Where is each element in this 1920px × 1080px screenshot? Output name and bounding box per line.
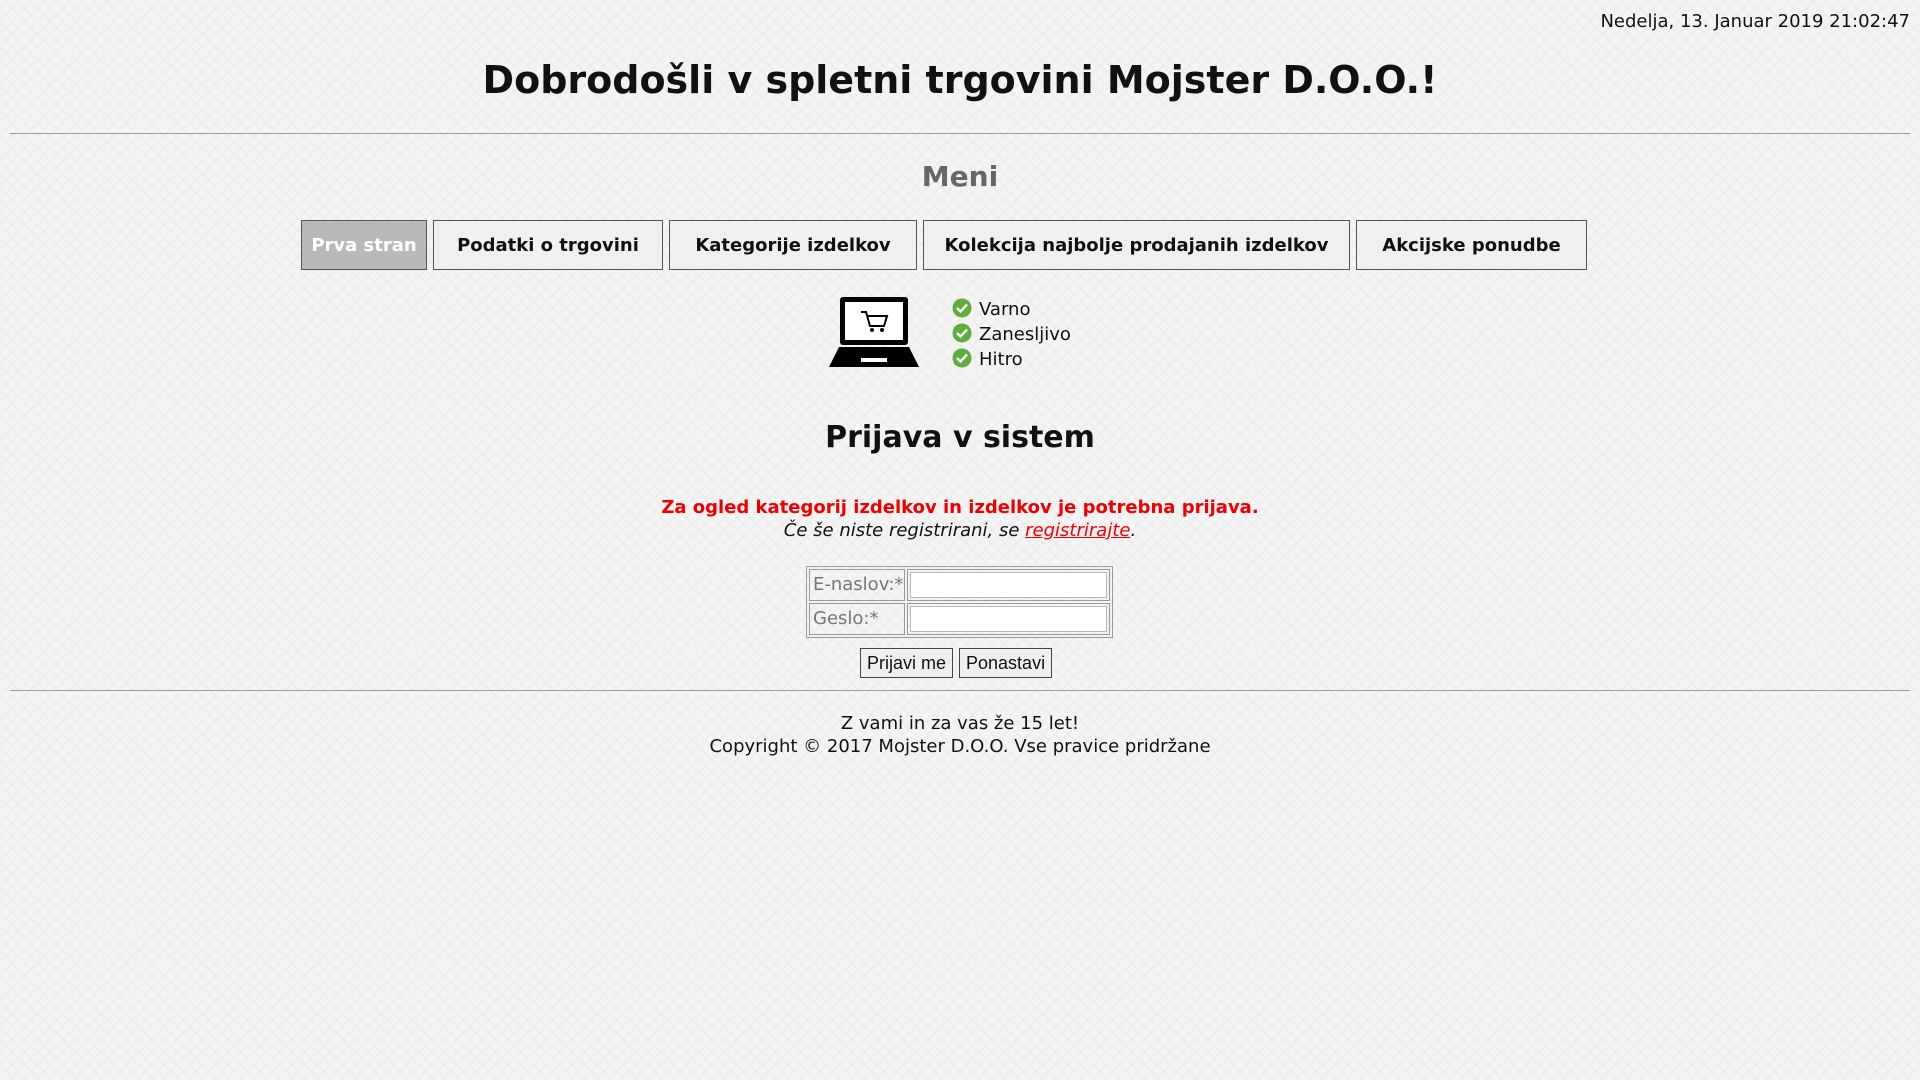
reset-button[interactable]: Ponastavi [959, 648, 1053, 678]
password-row: Geslo:* [809, 603, 1110, 635]
register-suffix: . [1130, 520, 1137, 541]
footer-tagline: Z vami in za vas že 15 let! [840, 713, 1080, 734]
menu-item-prva-stran[interactable]: Prva stran [301, 220, 427, 270]
menu-item-podatki-o-trgovini[interactable]: Podatki o trgovini [433, 220, 663, 270]
login-notice: Za ogled kategorij izdelkov in izdelkov … [661, 497, 1259, 518]
main-menu: Prva stran Podatki o trgovini Kategorije… [301, 220, 1587, 270]
email-field[interactable] [910, 572, 1107, 598]
menu-item-akcijske-ponudbe[interactable]: Akcijske ponudbe [1356, 220, 1587, 270]
menu-item-kolekcija[interactable]: Kolekcija najbolje prodajanih izdelkov [923, 220, 1350, 270]
footer-copyright: Copyright © 2017 Mojster D.O.O. Vse prav… [709, 736, 1211, 757]
email-label: E-naslov:* [809, 569, 906, 601]
page-title: Dobrodošli v spletni trgovini Mojster D.… [482, 58, 1438, 102]
password-field[interactable] [910, 606, 1107, 632]
feature-label: Zanesljivo [979, 324, 1071, 345]
check-icon [952, 298, 972, 317]
login-button[interactable]: Prijavi me [860, 648, 954, 678]
password-cell [907, 603, 1110, 635]
check-icon [952, 348, 972, 367]
menu-item-kategorije-izdelkov[interactable]: Kategorije izdelkov [669, 220, 917, 270]
register-prefix: Če še niste registrirani, se [783, 520, 1026, 541]
login-title: Prijava v sistem [825, 420, 1095, 455]
laptop-cart-icon [829, 297, 919, 367]
login-form: E-naslov:* Geslo:* [806, 566, 1113, 638]
check-icon [952, 323, 972, 342]
header-divider [10, 133, 1910, 134]
email-cell [907, 569, 1110, 601]
features: Varno Zanesljivo Hitro [828, 295, 1071, 372]
register-line: Če še niste registrirani, se registriraj… [0, 520, 1920, 541]
feature-item: Hitro [952, 347, 1071, 372]
password-label: Geslo:* [809, 603, 906, 635]
footer-divider [10, 690, 1910, 691]
feature-item: Varno [952, 297, 1071, 322]
form-buttons: Prijavi me Ponastavi [860, 648, 1053, 678]
register-link[interactable]: registrirajte [1025, 520, 1130, 541]
feature-label: Varno [979, 299, 1031, 320]
feature-list: Varno Zanesljivo Hitro [952, 297, 1071, 372]
date-time: Nedelja, 13. Januar 2019 21:02:47 [1600, 11, 1910, 32]
feature-label: Hitro [979, 349, 1023, 370]
email-row: E-naslov:* [809, 569, 1110, 601]
menu-title: Meni [921, 160, 999, 193]
feature-item: Zanesljivo [952, 322, 1071, 347]
